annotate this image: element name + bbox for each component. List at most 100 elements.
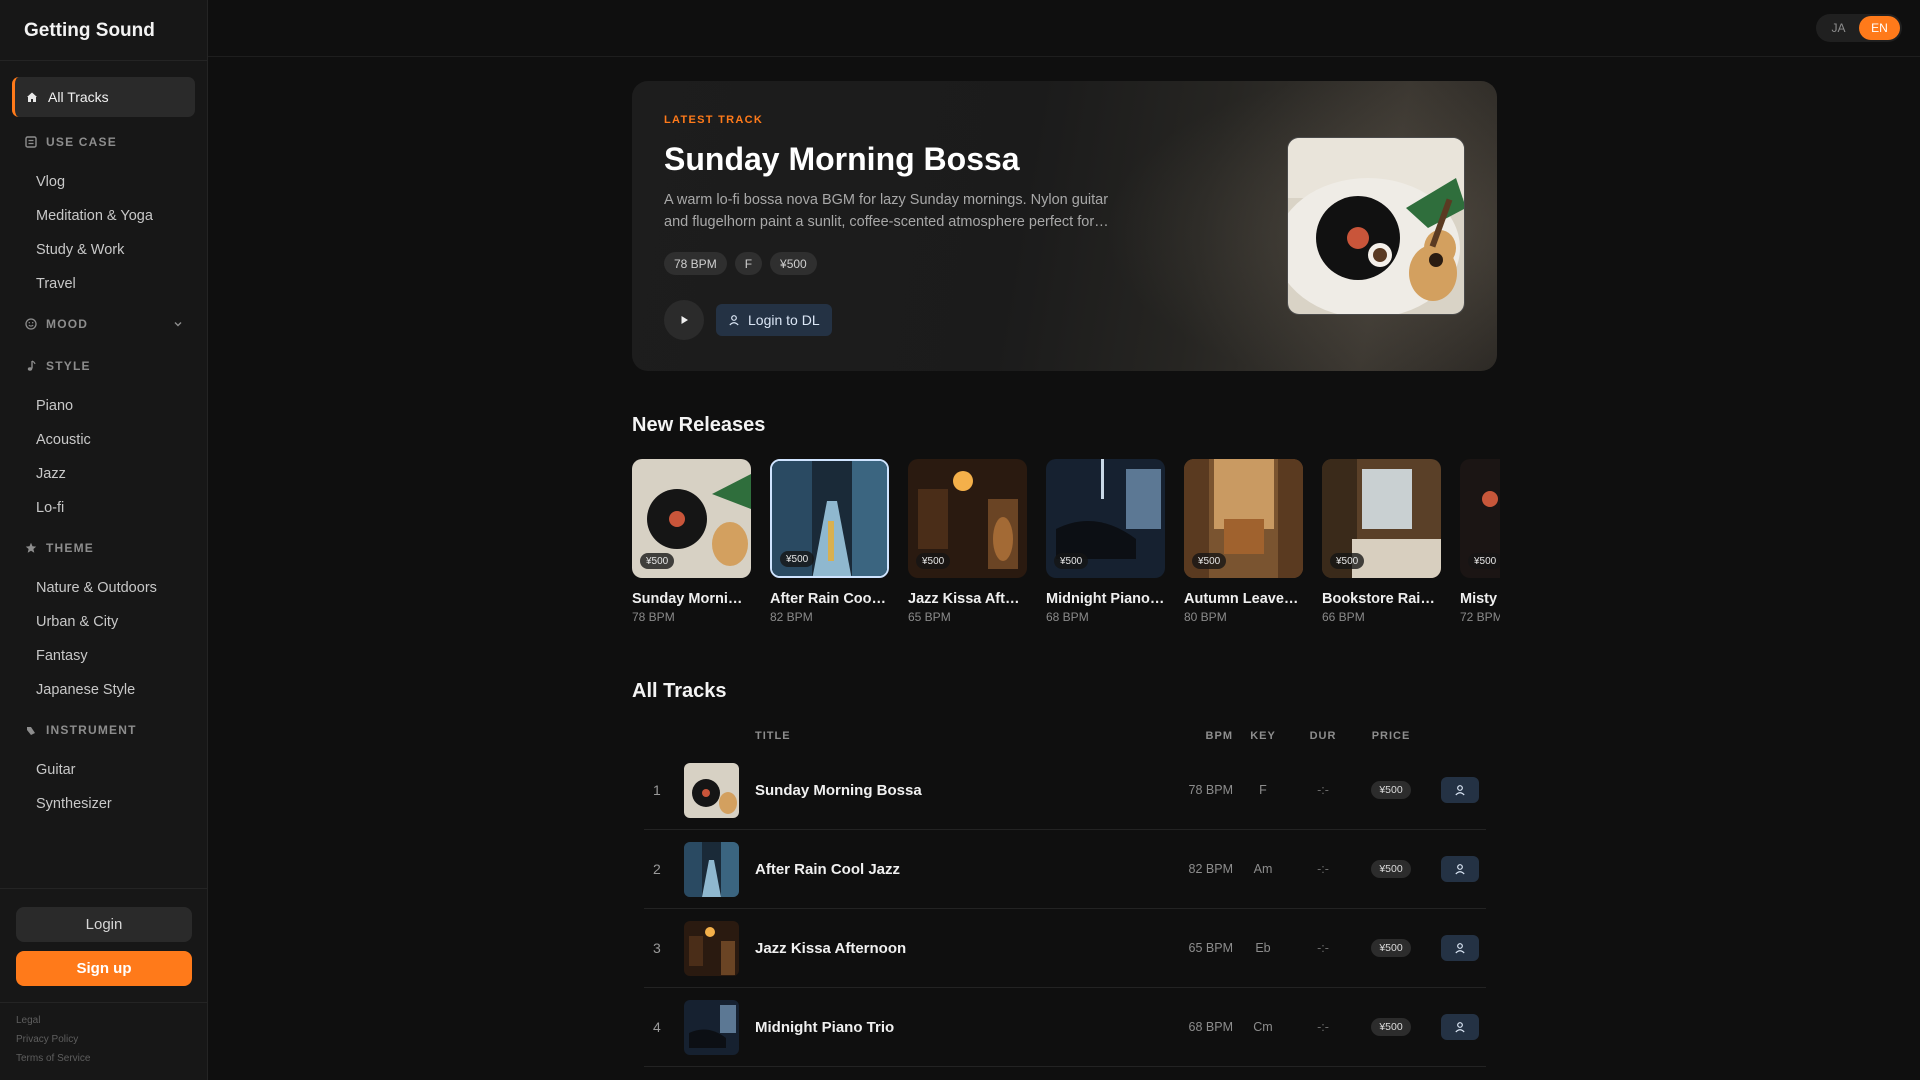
sidebar-item-jazz[interactable]: Jazz [0,457,208,491]
login-download-button[interactable] [1441,777,1479,803]
login-button[interactable]: Login [16,907,192,942]
section-header[interactable]: MOOD [0,314,208,334]
release-card[interactable]: ¥500 Midnight Piano ... 68 BPM [1046,459,1165,624]
star-icon [25,542,37,554]
header-title[interactable]: TITLE [755,730,1167,742]
sidebar-item-vlog[interactable]: Vlog [0,165,208,199]
main-content: LATEST TRACK Sunday Morning Bossa A warm… [632,81,1500,1067]
chevron-down-icon[interactable] [173,319,183,329]
sidebar-item-japanese-style[interactable]: Japanese Style [0,673,208,707]
table-row[interactable]: 1 Sunday Morning Bossa 78 BPM F -:- ¥500 [644,751,1486,830]
track-title[interactable]: Sunday Morning Bossa [755,782,1167,799]
release-card[interactable]: ¥500 Jazz Kissa After... 65 BPM [908,459,1027,624]
home-icon [26,91,38,103]
legal-link[interactable]: Legal [16,1015,208,1034]
lang-en-option[interactable]: EN [1859,16,1900,40]
header-price[interactable]: PRICE [1353,730,1429,742]
sidebar-item-travel[interactable]: Travel [0,267,208,301]
release-card[interactable]: ¥500 Autumn Leaves ... 80 BPM [1184,459,1303,624]
price-chip: ¥500 [1192,553,1227,569]
terms-of-service-link[interactable]: Terms of Service [16,1053,208,1072]
release-bpm: 78 BPM [632,610,675,624]
release-bpm: 68 BPM [1046,610,1089,624]
sidebar-item-all-tracks[interactable]: All Tracks [12,77,195,117]
section-header[interactable]: USE CASE [0,132,208,152]
app-title[interactable]: Getting Sound [0,0,207,61]
sidebar-item-guitar[interactable]: Guitar [0,753,208,787]
track-thumbnail [684,762,739,818]
music-note-icon [25,360,37,372]
user-icon [1455,943,1465,954]
sidebar-item-study-work[interactable]: Study & Work [0,233,208,267]
release-card[interactable]: ¥500 Bookstore Rain ... 66 BPM [1322,459,1441,624]
all-tracks-title: All Tracks [632,680,727,702]
topbar: JA EN [208,0,1920,57]
hero-cover-art[interactable] [1287,137,1465,315]
new-releases-carousel[interactable]: ¥500 Sunday Morning... 78 BPM ¥500 After… [632,459,1500,635]
table-row[interactable]: 3 Jazz Kissa Afternoon 65 BPM Eb -:- ¥50… [644,909,1486,988]
sidebar-item-meditation-yoga[interactable]: Meditation & Yoga [0,199,208,233]
sidebar-item-synthesizer[interactable]: Synthesizer [0,787,208,821]
track-number: 3 [653,940,661,956]
release-title: Autumn Leaves ... [1184,591,1303,607]
hero-kicker: LATEST TRACK [664,114,764,126]
sidebar-section-instrument: INSTRUMENT Guitar Synthesizer [0,720,208,821]
track-title[interactable]: Jazz Kissa Afternoon [755,940,1167,957]
release-card[interactable]: ¥500 Misty ... 72 BPM [1460,459,1500,624]
release-cover: ¥500 [770,459,889,578]
table-row[interactable]: 2 After Rain Cool Jazz 82 BPM Am -:- ¥50… [644,830,1486,909]
track-key: Am [1253,862,1273,876]
login-download-button[interactable] [1441,856,1479,882]
release-bpm: 82 BPM [770,610,813,624]
hero-title[interactable]: Sunday Morning Bossa [664,141,1020,178]
header-key[interactable]: KEY [1233,730,1293,742]
release-bpm: 80 BPM [1184,610,1227,624]
track-price: ¥500 [1371,1018,1411,1036]
login-to-download-button[interactable]: Login to DL [716,304,832,336]
sidebar-item-piano[interactable]: Piano [0,389,208,423]
sidebar-item-label: All Tracks [48,89,109,105]
key-tag: F [734,252,763,275]
login-download-button[interactable] [1441,1014,1479,1040]
release-cover: ¥500 [632,459,751,578]
price-chip: ¥500 [640,553,675,569]
sidebar-item-acoustic[interactable]: Acoustic [0,423,208,457]
track-title[interactable]: Midnight Piano Trio [755,1019,1167,1036]
hero-description: A warm lo-fi bossa nova BGM for lazy Sun… [664,192,1109,230]
table-row[interactable]: 4 Midnight Piano Trio 68 BPM Cm -:- ¥500 [644,988,1486,1067]
play-button[interactable] [664,300,704,340]
header-bpm[interactable]: BPM [1167,730,1233,742]
sidebar-item-urban-city[interactable]: Urban & City [0,605,208,639]
release-title: Bookstore Rain ... [1322,591,1441,607]
release-card[interactable]: ¥500 Sunday Morning... 78 BPM [632,459,751,624]
sidebar-item-lo-fi[interactable]: Lo-fi [0,491,208,525]
header-dur[interactable]: DUR [1293,730,1353,742]
section-header[interactable]: STYLE [0,356,208,376]
sidebar-item-nature-outdoors[interactable]: Nature & Outdoors [0,571,208,605]
signup-button[interactable]: Sign up [16,951,192,986]
track-title[interactable]: After Rain Cool Jazz [755,861,1167,878]
table-header: TITLE BPM KEY DUR PRICE [644,721,1486,751]
legal-links: Legal Privacy Policy Terms of Service [0,1002,208,1072]
track-duration: -:- [1317,941,1329,955]
release-title: Misty ... [1460,591,1500,607]
privacy-policy-link[interactable]: Privacy Policy [16,1034,208,1053]
language-toggle[interactable]: JA EN [1816,14,1902,42]
lang-ja-option[interactable]: JA [1818,16,1859,40]
section-header[interactable]: INSTRUMENT [0,720,208,740]
track-key: Cm [1253,1020,1273,1034]
login-download-button[interactable] [1441,935,1479,961]
release-title: Midnight Piano ... [1046,591,1165,607]
release-bpm: 66 BPM [1322,610,1365,624]
release-card[interactable]: ¥500 After Rain Cool ... 82 BPM [770,459,889,624]
download-label: Login to DL [748,312,820,328]
sidebar-section-mood: MOOD [0,314,208,334]
section-header[interactable]: THEME [0,538,208,558]
hero-actions: Login to DL [664,300,832,340]
tracks-table: TITLE BPM KEY DUR PRICE 1 Sunday Morning… [644,721,1486,1067]
track-bpm: 65 BPM [1188,941,1233,955]
play-icon [681,316,688,324]
sidebar-item-fantasy[interactable]: Fantasy [0,639,208,673]
track-bpm: 82 BPM [1188,862,1233,876]
track-duration: -:- [1317,1020,1329,1034]
